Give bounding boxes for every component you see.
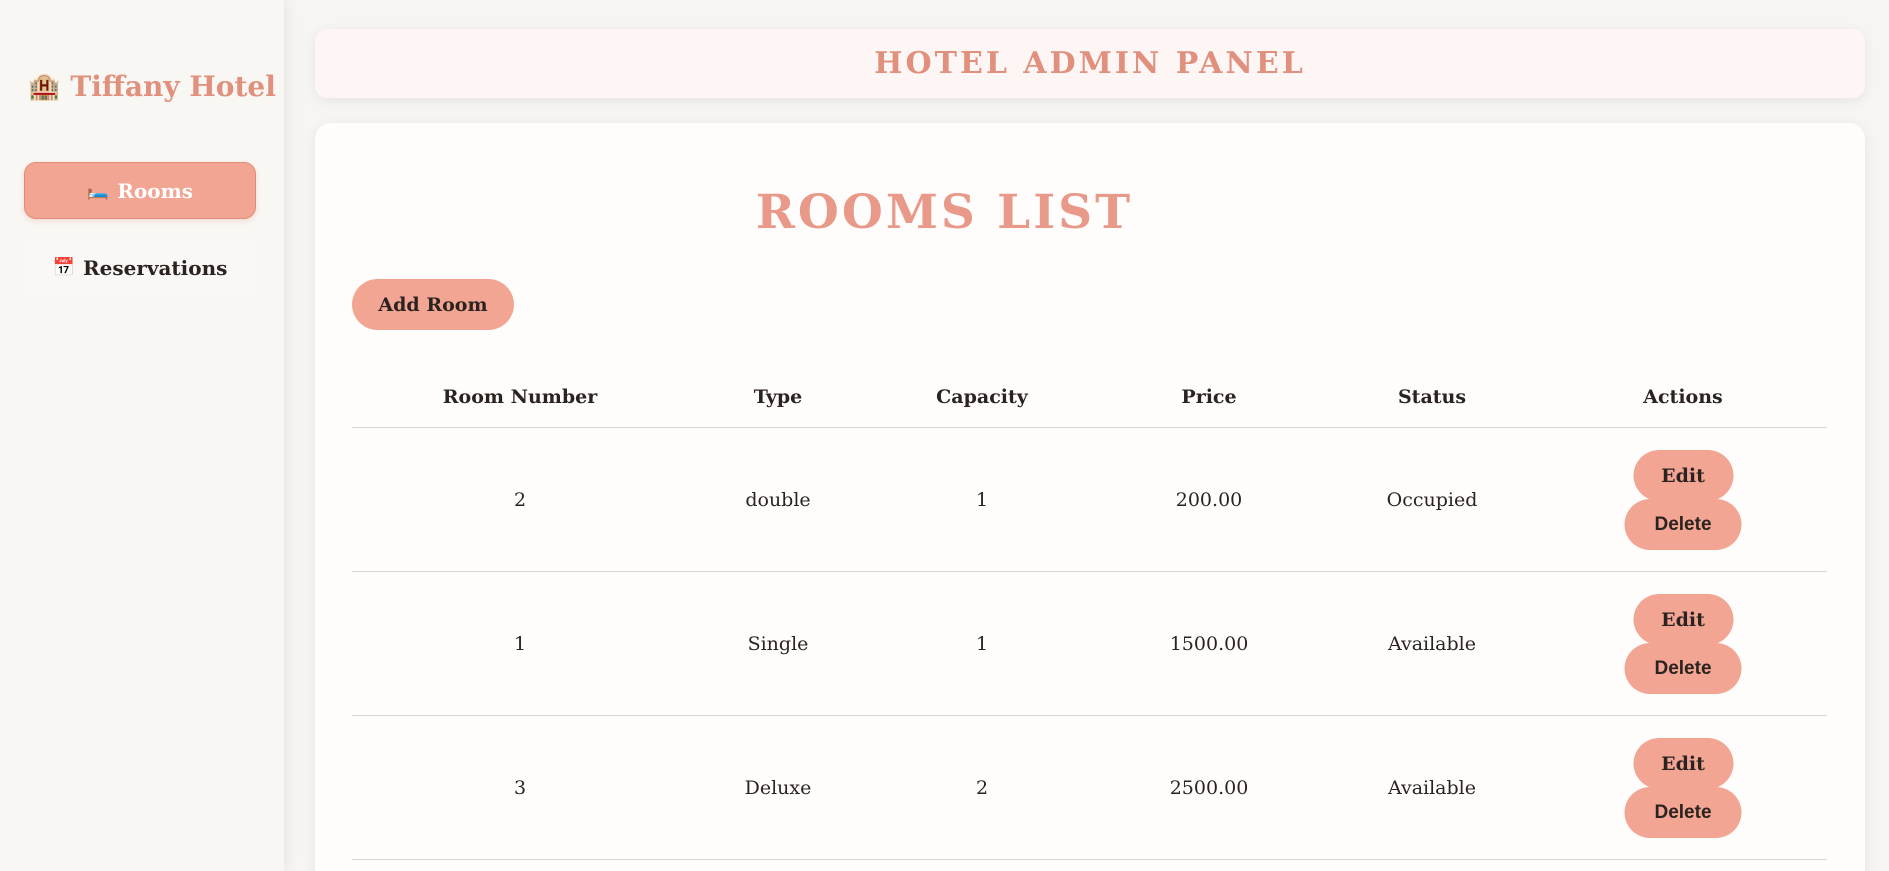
cell-price: 200.00 [1175, 489, 1243, 511]
column-header-capacity: Capacity [936, 385, 1028, 408]
cell-type: Single [747, 633, 809, 655]
cell-type: Deluxe [744, 777, 812, 799]
brand-name: Tiffany Hotel [70, 70, 276, 103]
cell-price: 2500.00 [1169, 777, 1249, 799]
delete-button[interactable]: Delete [1624, 787, 1742, 838]
top-header: HOTEL ADMIN PANEL [315, 29, 1865, 98]
table-row: 3 Deluxe 2 2500.00 Available Edit Delete [352, 716, 1827, 860]
sidebar-item-label: Reservations [82, 255, 228, 280]
edit-button[interactable]: Edit [1633, 738, 1733, 789]
column-header-actions: Actions [1643, 385, 1723, 408]
table-row: 1 Single 1 1500.00 Available Edit Delete [352, 572, 1827, 716]
hotel-icon: 🏨 [28, 71, 61, 102]
table-row: 2 double 1 200.00 Occupied Edit Delete [352, 428, 1827, 572]
edit-button[interactable]: Edit [1633, 594, 1733, 645]
calendar-icon: 📅 [52, 257, 75, 278]
row-actions: Edit Delete [1624, 572, 1742, 716]
cell-status: Occupied [1386, 489, 1478, 511]
add-room-button[interactable]: Add Room [352, 279, 514, 330]
row-actions: Edit Delete [1624, 716, 1742, 860]
column-header-type: Type [753, 385, 803, 408]
page-title: ROOMS LIST [755, 185, 1134, 240]
edit-button[interactable]: Edit [1633, 450, 1733, 501]
sidebar: 🏨 Tiffany Hotel 🛏️ Rooms 📅 Reservations [0, 0, 284, 871]
cell-capacity: 1 [975, 489, 989, 511]
cell-room-number: 1 [513, 633, 527, 655]
cell-room-number: 2 [513, 489, 527, 511]
cell-capacity: 1 [975, 633, 989, 655]
cell-capacity: 2 [975, 777, 989, 799]
rooms-table: Room Number Type Capacity Price Status A… [352, 365, 1827, 860]
cell-price: 1500.00 [1169, 633, 1249, 655]
delete-button[interactable]: Delete [1624, 643, 1742, 694]
column-header-room-number: Room Number [442, 385, 598, 408]
column-header-price: Price [1181, 385, 1237, 408]
sidebar-item-reservations[interactable]: 📅 Reservations [24, 239, 256, 296]
brand[interactable]: 🏨 Tiffany Hotel [28, 70, 276, 103]
header-title: HOTEL ADMIN PANEL [874, 46, 1306, 81]
cell-status: Available [1388, 633, 1476, 655]
cell-status: Available [1388, 777, 1476, 799]
delete-button[interactable]: Delete [1624, 499, 1742, 550]
column-header-status: Status [1397, 385, 1467, 408]
cell-room-number: 3 [513, 777, 527, 799]
cell-type: double [745, 489, 811, 511]
table-header: Room Number Type Capacity Price Status A… [352, 365, 1827, 428]
row-actions: Edit Delete [1624, 428, 1742, 572]
